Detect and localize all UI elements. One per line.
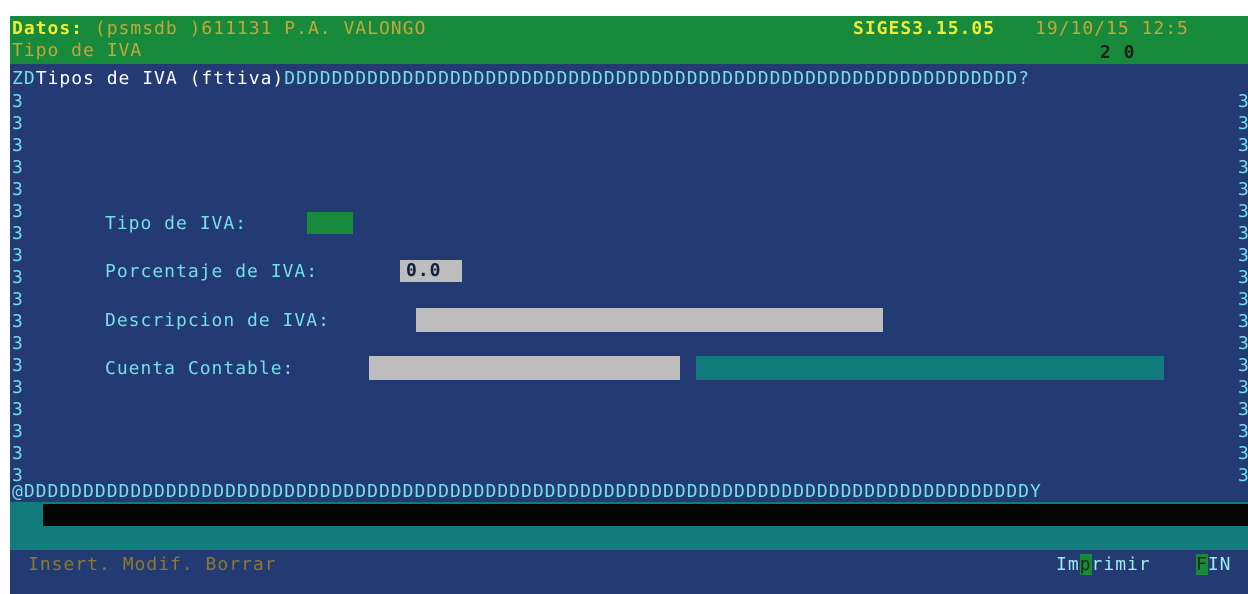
window-bottom-border: @DDDDDDDDDDDDDDDDDDDDDDDDDDDDDDDDDDDDDDD… [12,481,1042,502]
window-top-border: ZDTipos de IVA (fttiva)DDDDDDDDDDDDDDDDD… [12,68,1030,90]
print-menu-item[interactable]: Imprimir [1056,554,1151,576]
record-counter: 2 0 [1100,42,1136,63]
porcentaje-iva-label: Porcentaje de IVA: [105,261,319,282]
right-border: 333333333333333333 [1238,91,1248,486]
terminal-screen: Datos: (psmsdb )611131 P.A. VALONGO SIGE… [10,16,1248,594]
header-line-1: Datos: (psmsdb )611131 P.A. VALONGO [12,18,426,40]
print-label-end: rimir [1091,554,1151,575]
exit-hotkey: F [1196,554,1208,575]
tipo-iva-label: Tipo de IVA: [105,213,248,234]
datos-label: Datos: [12,18,84,39]
porcentaje-iva-field[interactable]: 0.0 [400,260,462,282]
database-name: (psmsdb [94,18,178,39]
action-menu[interactable]: Insert. Modif. Borrar [28,554,277,576]
cuenta-contable-field[interactable] [369,356,680,380]
cuenta-contable-description [696,356,1164,380]
left-border: 333333333333333333 [12,91,24,486]
descripcion-iva-field[interactable] [416,308,883,332]
cuenta-contable-label: Cuenta Contable: [105,358,295,379]
command-input[interactable] [43,504,1248,526]
print-hotkey: p [1079,554,1092,575]
border-line: DDDDDDDDDDDDDDDDDDDDDDDDDDDDDDDDDDDDDDDD… [284,68,1030,89]
app-version: SIGES3.15.05 [853,18,996,39]
screen-title: Tipo de IVA [12,40,143,61]
exit-label: IN [1207,554,1232,575]
tipo-iva-field[interactable] [307,212,353,234]
print-label-start: Im [1056,554,1080,575]
datetime: 19/10/15 12:5 [1035,18,1189,39]
window-title: Tipos de IVA (fttiva) [35,68,285,89]
exit-menu-item[interactable]: FIN [1196,554,1232,576]
descripcion-iva-label: Descripcion de IVA: [105,310,330,331]
border-corner: ZD [12,68,36,89]
cursor-block [10,502,43,526]
company-name: )611131 P.A. VALONGO [189,18,427,39]
